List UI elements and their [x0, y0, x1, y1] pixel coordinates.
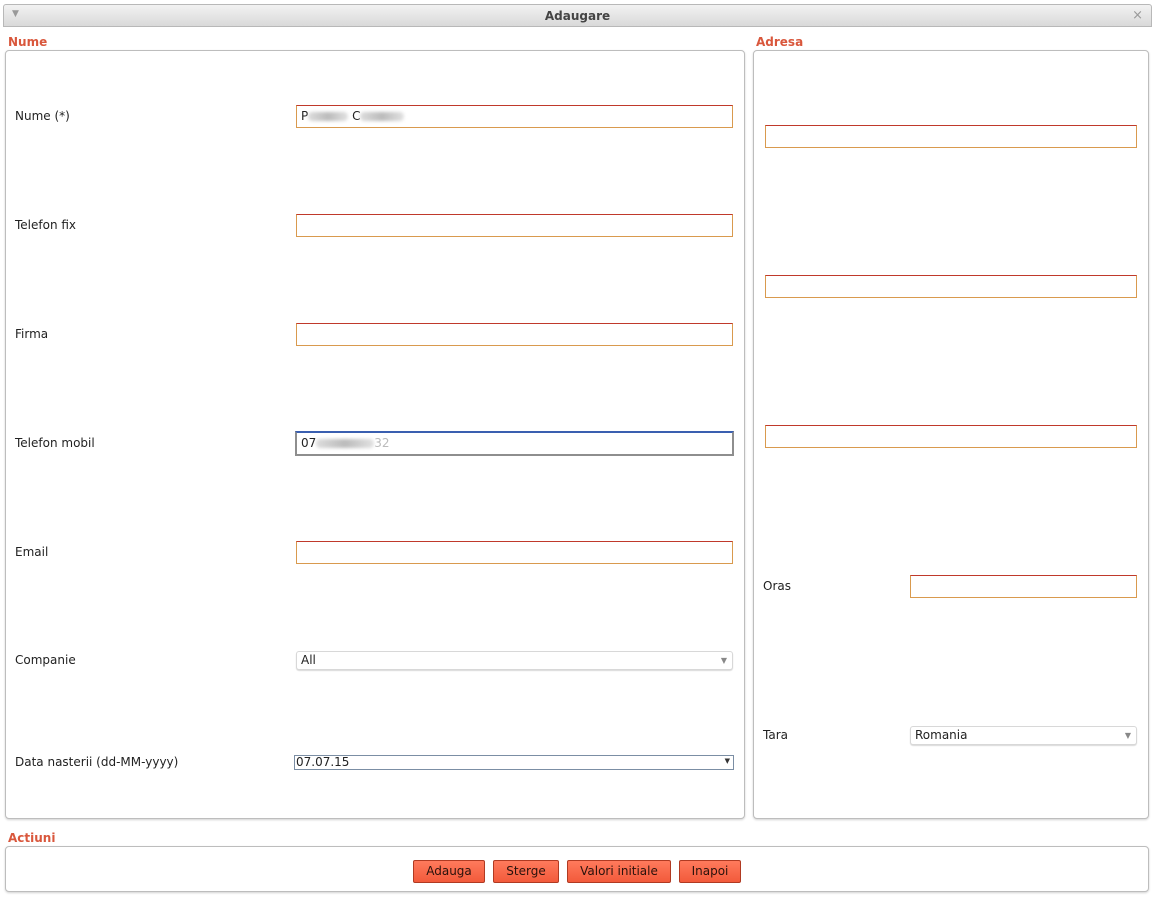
firma-input[interactable] [296, 323, 733, 346]
inapoi-button[interactable]: Inapoi [679, 860, 741, 883]
sterge-button[interactable]: Sterge [493, 860, 559, 883]
address-line-1-input[interactable] [765, 125, 1137, 148]
telefon-mobil-value-prefix: 07 [301, 436, 317, 450]
window-title: Adaugare [544, 9, 611, 23]
label-telefon-mobil: Telefon mobil [15, 436, 95, 450]
redacted-blur [360, 112, 405, 121]
valori-initiale-button[interactable]: Valori initiale [567, 860, 671, 883]
nume-value-mid: C [352, 109, 361, 123]
redacted-blur [316, 439, 375, 448]
tara-selected-value: Romania [915, 728, 968, 742]
companie-select[interactable]: All ▼ [296, 651, 733, 670]
nume-input[interactable]: P C [296, 105, 733, 128]
address-line-3-input[interactable] [765, 425, 1137, 448]
telefon-mobil-value-suffix: 32 [374, 436, 390, 450]
tara-select[interactable]: Romania ▼ [910, 726, 1137, 745]
close-icon[interactable]: × [1132, 8, 1143, 23]
dropdown-arrow-icon: ▼ [724, 757, 730, 765]
label-telefon-fix: Telefon fix [15, 218, 77, 232]
chevron-down-icon: ▼ [1124, 731, 1131, 740]
label-firma: Firma [15, 327, 49, 341]
email-input[interactable] [296, 541, 733, 564]
address-line-2-input[interactable] [765, 275, 1137, 298]
nume-value-prefix: P [301, 109, 309, 123]
companie-selected-value: All [301, 653, 316, 667]
label-data-nasterii: Data nasterii (dd-MM-yyyy) [15, 755, 179, 769]
data-nasterii-value: 07.07.15 [296, 755, 350, 769]
chevron-down-icon: ▼ [720, 656, 727, 665]
section-title-adresa: Adresa [756, 35, 804, 49]
label-oras: Oras [763, 579, 791, 593]
label-tara: Tara [763, 728, 788, 742]
oras-input[interactable] [910, 575, 1137, 598]
label-nume: Nume (*) [15, 109, 70, 123]
telefon-mobil-input[interactable]: 07 32 [295, 431, 734, 456]
redacted-blur [308, 112, 349, 121]
window-titlebar: ▼ Adaugare × [3, 4, 1152, 27]
telefon-fix-input[interactable] [296, 214, 733, 237]
section-title-actiuni: Actiuni [8, 831, 56, 845]
section-title-nume: Nume [8, 35, 48, 49]
data-nasterii-date-picker[interactable]: 07.07.15 ▼ [294, 755, 734, 770]
label-email: Email [15, 545, 49, 559]
adauga-button[interactable]: Adauga [413, 860, 485, 883]
label-companie: Companie [15, 653, 76, 667]
